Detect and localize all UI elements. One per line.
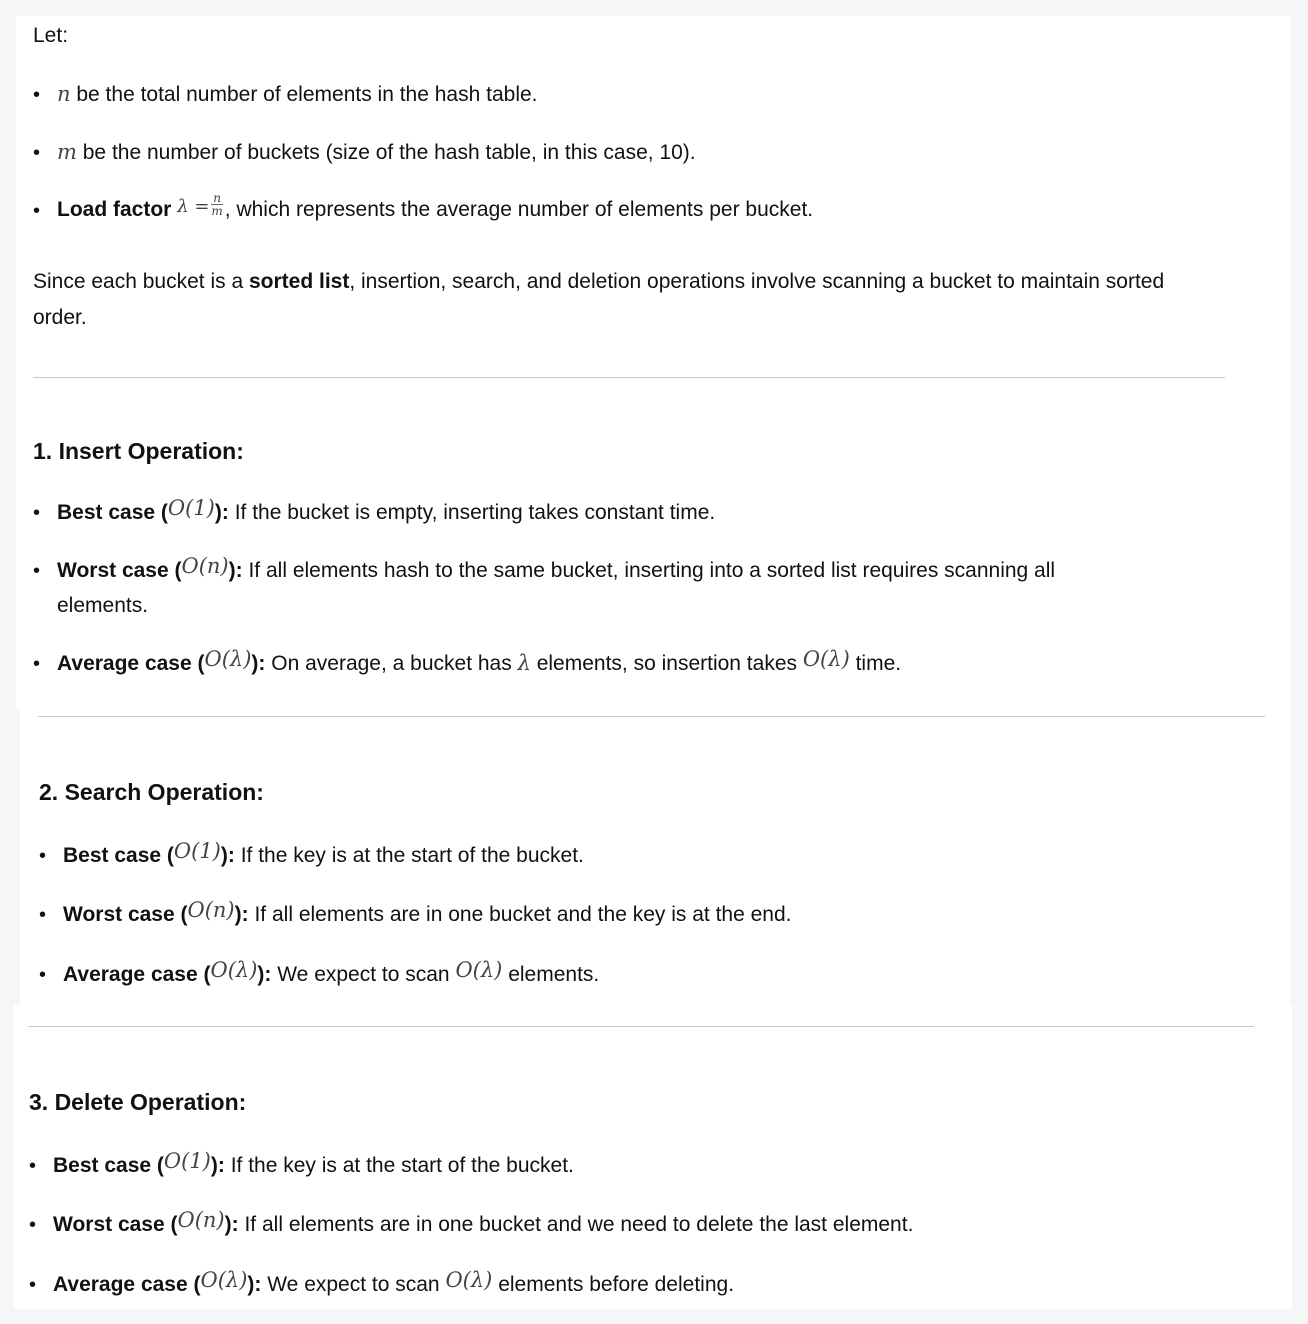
complexity-math: O(1)	[163, 1149, 211, 1173]
para-bold: sorted list	[248, 270, 350, 293]
complexity-math: O(1)	[173, 839, 221, 863]
bullet: •	[29, 1155, 37, 1177]
case-label: Best case (	[57, 501, 168, 524]
complexity-math: O(λ)	[200, 1268, 248, 1292]
list-item-n: n be the total number of elements in the…	[57, 80, 538, 109]
insert-worst-case-continued: elements.	[57, 594, 149, 617]
case-text: If all elements hash to the same bucket,…	[242, 559, 1056, 582]
case-label-close: ):	[234, 903, 249, 926]
bullet: •	[33, 502, 41, 524]
case-label: Worst case (	[57, 559, 182, 582]
case-label: Average case (	[53, 1273, 201, 1296]
case-text: We expect to scan	[271, 963, 456, 986]
case-text: time.	[849, 652, 902, 675]
math-var: n	[57, 82, 71, 106]
section-title-search: 2. Search Operation:	[39, 779, 264, 805]
bullet: •	[33, 653, 41, 675]
case-text: elements before deleting.	[492, 1273, 735, 1296]
case-label: Worst case (	[63, 903, 188, 926]
delete-best-case: Best case (O(1)): If the key is at the s…	[53, 1149, 574, 1180]
case-label-close: ):	[214, 501, 229, 524]
complexity-math: O(n)	[181, 554, 229, 578]
delete-worst-case: Worst case (O(n)): If all elements are i…	[53, 1208, 914, 1239]
para-text: Since each bucket is a	[33, 270, 249, 293]
search-average-case: Average case (O(λ)): We expect to scan O…	[63, 958, 600, 989]
list-item-text: , which represents the average number of…	[224, 198, 814, 221]
bullet: •	[39, 964, 47, 986]
complexity-math: O(λ)	[455, 958, 503, 982]
bullet: •	[33, 560, 41, 582]
bullet: •	[29, 1274, 37, 1296]
case-text: If the key is at the start of the bucket…	[224, 1154, 574, 1177]
case-label-close: ):	[257, 963, 272, 986]
case-label: Best case (	[53, 1154, 164, 1177]
case-text: If the key is at the start of the bucket…	[234, 844, 584, 867]
case-label-close: ):	[247, 1273, 262, 1296]
case-label-close: ):	[251, 652, 266, 675]
insert-worst-case: Worst case (O(n)): If all elements hash …	[57, 554, 1056, 585]
case-label: Average case (	[63, 963, 211, 986]
case-label: Average case (	[57, 652, 205, 675]
bullet: •	[39, 904, 47, 926]
case-text: elements, so insertion takes	[530, 652, 803, 675]
case-text: If all elements are in one bucket and th…	[248, 903, 792, 926]
case-text: On average, a bucket has	[265, 652, 518, 675]
case-label: Best case (	[63, 844, 174, 867]
bullet: •	[39, 845, 47, 867]
fraction-n-over-m: nm	[211, 190, 223, 218]
case-label: Worst case (	[53, 1213, 178, 1236]
case-text: We expect to scan	[261, 1273, 446, 1296]
list-item-load-factor: Load factor λ = n m, which represents the …	[57, 192, 814, 225]
complexity-math: O(λ)	[210, 958, 258, 982]
list-item-m: m be the number of buckets (size of the …	[57, 138, 696, 167]
complexity-math: O(λ)	[802, 647, 850, 671]
case-label-close: ):	[210, 1154, 225, 1177]
bullet: •	[33, 84, 41, 106]
fraction-denominator: m	[211, 203, 223, 218]
case-label-close: ):	[220, 844, 235, 867]
search-worst-case: Worst case (O(n)): If all elements are i…	[63, 898, 792, 929]
case-text: If all elements are in one bucket and we…	[238, 1213, 914, 1236]
case-text: If the bucket is empty, inserting takes …	[228, 501, 716, 524]
math-lambda: λ =	[177, 196, 210, 217]
search-best-case: Best case (O(1)): If the key is at the s…	[63, 839, 584, 870]
list-item-text: be the total number of elements in the h…	[70, 83, 538, 106]
divider	[38, 716, 1265, 717]
content-panel-top	[16, 16, 1290, 710]
load-factor-label: Load factor	[57, 198, 172, 221]
complexity-math: O(1)	[167, 496, 215, 520]
section-title-delete: 3. Delete Operation:	[29, 1089, 247, 1115]
case-label-close: ):	[224, 1213, 239, 1236]
fraction-numerator: n	[211, 190, 223, 205]
section-title-insert: 1. Insert Operation:	[33, 438, 244, 464]
divider	[33, 377, 1225, 378]
complexity-math: O(λ)	[204, 647, 252, 671]
bullet: •	[29, 1214, 37, 1236]
bullet: •	[33, 200, 41, 222]
insert-best-case: Best case (O(1)): If the bucket is empty…	[57, 496, 716, 527]
math-var: m	[57, 140, 77, 164]
math-lambda: λ	[517, 651, 531, 675]
delete-average-case: Average case (O(λ)): We expect to scan O…	[53, 1268, 735, 1299]
case-label-close: ):	[228, 559, 243, 582]
complexity-math: O(n)	[177, 1208, 225, 1232]
let-label: Let:	[33, 24, 69, 47]
insert-average-case: Average case (O(λ)): On average, a bucke…	[57, 647, 902, 678]
complexity-math: O(λ)	[445, 1268, 493, 1292]
list-item-text: be the number of buckets (size of the ha…	[76, 141, 696, 164]
intro-paragraph: Since each bucket is a sorted list, inse…	[33, 264, 1223, 336]
case-text: elements.	[502, 963, 600, 986]
bullet: •	[33, 142, 41, 164]
divider	[28, 1026, 1254, 1027]
complexity-math: O(n)	[187, 898, 235, 922]
